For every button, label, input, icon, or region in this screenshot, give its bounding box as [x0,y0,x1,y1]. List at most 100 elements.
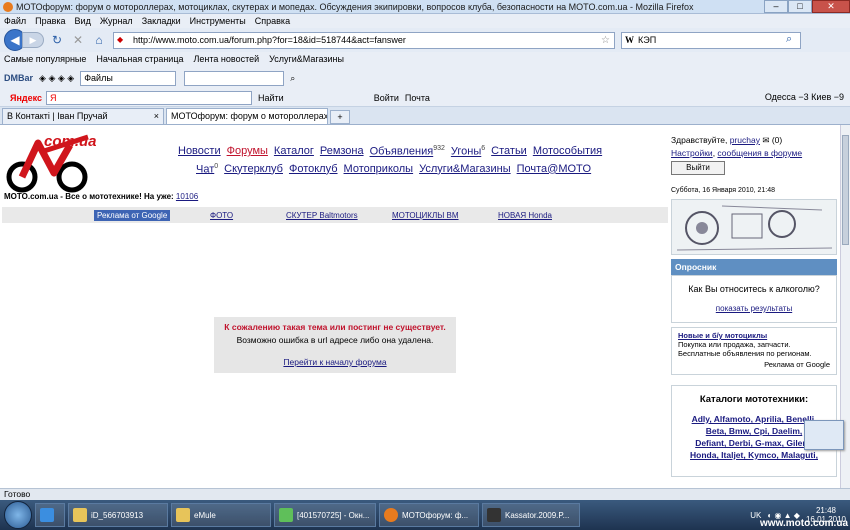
new-tab-button[interactable]: + [330,110,350,124]
nav-link[interactable]: Ремзона [320,145,364,157]
bookmark-services[interactable]: Услуги&Магазины [269,54,344,64]
taskbar-item-kassator[interactable]: Kassator.2009.P... [482,503,580,527]
nav-item-nav_row1-4[interactable]: Объявления932 [370,145,445,158]
bookmark-start-page[interactable]: Начальная страница [96,54,183,64]
weather-widget[interactable]: Одесса −3 Киев −9 [765,92,844,102]
yandex-find-button[interactable]: Найти [258,93,284,103]
nav-link[interactable]: Услуги&Магазины [419,163,511,175]
yandex-logo[interactable]: Яндекс [10,93,42,103]
taskbar-item-emule[interactable]: eMule [171,503,271,527]
minimize-button[interactable]: – [764,0,788,13]
nav-item-nav_row1-3[interactable]: Ремзона [320,145,364,158]
ad-attribution[interactable]: Реклама от Google [678,360,830,369]
menu-history[interactable]: Журнал [100,16,133,26]
nav-item-nav_row2-1[interactable]: Скутерклуб [224,163,283,176]
nav-item-nav_row2-4[interactable]: Услуги&Магазины [419,163,511,176]
nav-item-nav_row1-0[interactable]: Новости [178,145,221,158]
ad-photo-link[interactable]: ФОТО [210,211,233,220]
ad-honda-link[interactable]: НОВАЯ Honda [498,211,552,220]
poll-results-link[interactable]: показать результаты [672,304,836,313]
clock-time: 21:48 [815,506,836,515]
username-link[interactable]: pruchay [730,135,760,145]
nav-link[interactable]: Мотособытия [533,145,602,157]
nav-link[interactable]: Скутерклуб [224,163,283,175]
poll-box: Как Вы относитесь к алкоголю? показать р… [671,275,837,323]
taskbar-item-folder1[interactable]: iD_566703913 [68,503,168,527]
ad-scooter-link[interactable]: СКУТЕР Baltmotors [286,211,358,220]
start-button[interactable] [4,501,32,529]
tab-close-icon[interactable]: × [154,111,159,122]
search-input[interactable]: КЭП [638,35,786,45]
tagline-link[interactable]: 10106 [176,192,198,201]
close-button[interactable]: ✕ [812,0,850,13]
nav-item-nav_row2-2[interactable]: Фотоклуб [289,163,338,176]
notification-popup[interactable] [804,420,844,450]
settings-link[interactable]: Настройки [671,148,713,158]
yandex-login-button[interactable]: Войти [374,93,399,103]
ad-title-link[interactable]: Новые и б/у мотоциклы [678,331,767,340]
nav-item-nav_row1-1[interactable]: Форумы [227,145,268,158]
dmbar-tool-icon[interactable]: ◈ ◈ ◈ ◈ [39,73,74,84]
catalog-links-4[interactable]: Honda, Italjet, Kymco, Malaguti, [672,449,836,461]
search-box[interactable]: W КЭП ⌕ [621,31,801,49]
nav-item-nav_row1-5[interactable]: Угоны6 [451,145,485,158]
nav-link[interactable]: Каталог [274,145,314,157]
home-icon[interactable]: ⌂ [91,32,107,48]
bookmark-popular[interactable]: Самые популярные [4,54,86,64]
url-bar[interactable]: ◆ http://www.moto.com.ua/forum.php?for=1… [113,31,615,49]
yandex-input[interactable]: Я [46,91,253,105]
nav-item-nav_row2-5[interactable]: Почта@MOTO [517,163,592,176]
nav-item-nav_row1-6[interactable]: Статьи [491,145,527,158]
engine-image[interactable] [671,199,837,255]
nav-row-1: Новости Форумы Каталог Ремзона Объявления932… [178,145,618,158]
forum-messages-link[interactable]: сообщения в форуме [717,148,802,158]
dmbar-select[interactable]: Файлы [80,70,177,86]
google-ads-link[interactable]: Реклама от Google [94,209,171,221]
nav-link[interactable]: Форумы [227,145,268,157]
nav-link[interactable]: Мотоприколы [344,163,414,175]
dmbar-search-icon[interactable]: ⌕ [290,73,295,84]
menu-help[interactable]: Справка [255,16,290,26]
tab-motoforum[interactable]: МОТОфорум: форум о мотороллерах... × [166,108,328,124]
nav-link[interactable]: Фотоклуб [289,163,338,175]
bookmark-star-icon[interactable]: ☆ [601,35,610,46]
nav-link[interactable]: Объявления [370,146,434,158]
yandex-mail-button[interactable]: Почта [405,93,430,103]
stop-icon[interactable]: ✕ [70,32,86,48]
bookmark-news-feed[interactable]: Лента новостей [194,54,260,64]
menu-view[interactable]: Вид [75,16,91,26]
forum-start-link[interactable]: Перейти к началу форума [214,357,456,367]
maximize-button[interactable]: □ [788,0,812,13]
dmbar-logo[interactable]: DMBar [4,73,33,83]
nav-link[interactable]: Угоны [451,146,481,158]
nav-link[interactable]: Новости [178,145,221,157]
wikipedia-icon[interactable]: W [625,35,634,45]
menu-file[interactable]: Файл [4,16,26,26]
taskbar-item-firefox[interactable]: МОТОфорум: ф... [379,503,479,527]
mail-icon[interactable]: ✉ [762,135,769,145]
nav-link[interactable]: Почта@MOTO [517,163,592,175]
menu-bookmarks[interactable]: Закладки [142,16,181,26]
menu-edit[interactable]: Правка [35,16,65,26]
menu-tools[interactable]: Инструменты [190,16,246,26]
nav-link[interactable]: Чат [196,163,214,175]
menu-bar: Файл Правка Вид Журнал Закладки Инструме… [0,14,850,28]
ad-motorcycles-link[interactable]: МОТОЦИКЛЫ BM [392,211,459,220]
nav-item-nav_row1-2[interactable]: Каталог [274,145,314,158]
dmbar-input[interactable] [184,70,285,86]
tab-vkontakte[interactable]: В Контакті | Іван Пручай × [2,108,164,124]
forward-button[interactable]: ▶ [22,32,44,48]
ie-taskbar-icon[interactable] [35,503,65,527]
taskbar-item-chat[interactable]: [401570725] - Окн... [274,503,376,527]
search-icon[interactable]: ⌕ [786,33,800,47]
logout-button[interactable]: Выйти [671,161,725,175]
site-logo[interactable]: com.ua [4,133,100,195]
engine-drawing-icon [676,205,833,251]
nav-item-nav_row2-3[interactable]: Мотоприколы [344,163,414,176]
reload-icon[interactable]: ↻ [49,32,65,48]
nav-item-nav_row1-7[interactable]: Мотособытия [533,145,602,158]
url-text[interactable]: http://www.moto.com.ua/forum.php?for=18&… [133,35,601,45]
nav-link[interactable]: Статьи [491,145,527,157]
scrollbar-thumb[interactable] [842,135,849,245]
nav-item-nav_row2-0[interactable]: Чат0 [196,163,218,176]
